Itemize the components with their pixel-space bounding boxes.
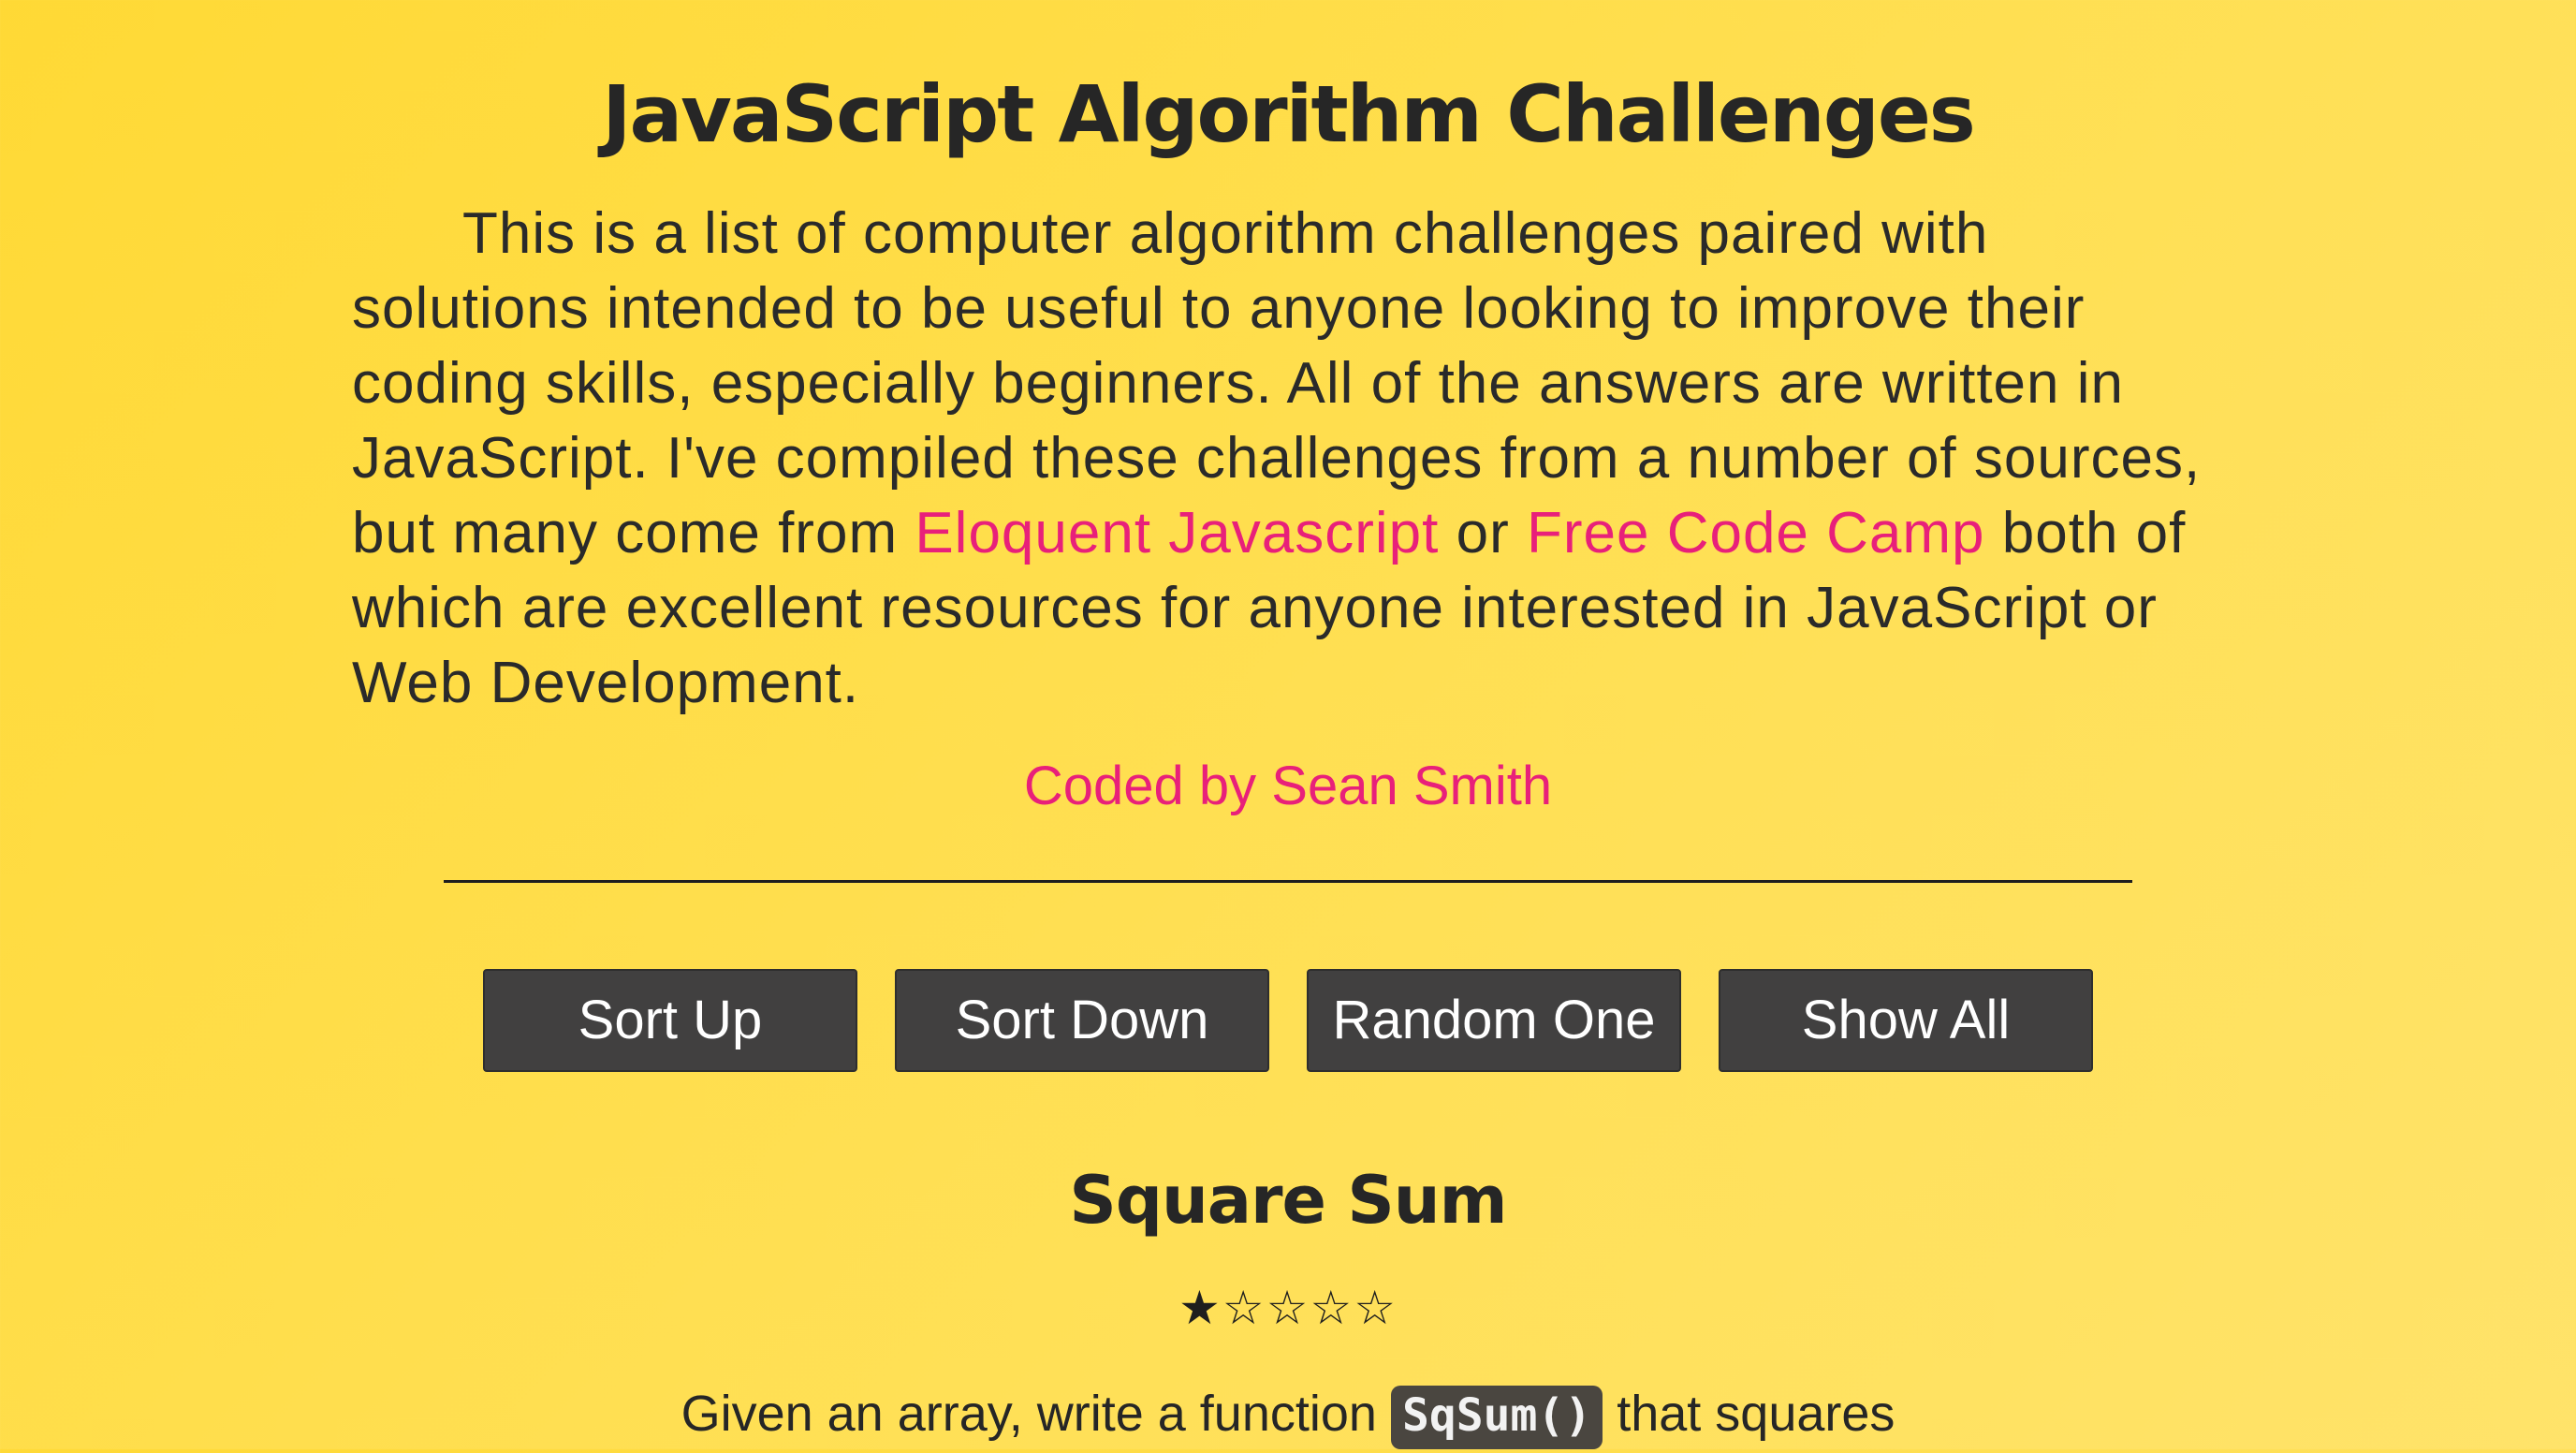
intro-text-2: or — [1439, 501, 1527, 565]
description-text-before: Given an array, write a function — [681, 1386, 1391, 1442]
page-title: JavaScript Algorithm Challenges — [602, 68, 1976, 160]
challenge-title: Square Sum — [1069, 1162, 1507, 1239]
function-name-code: SqSum() — [1390, 1386, 1603, 1449]
divider — [444, 880, 2132, 883]
sort-up-button[interactable]: Sort Up — [483, 969, 857, 1072]
eloquent-javascript-link[interactable]: Eloquent Javascript — [915, 501, 1439, 565]
challenge-description: Given an array, write a function SqSum()… — [0, 1376, 2576, 1453]
description-text-after: that squares — [1603, 1386, 1895, 1442]
free-code-camp-link[interactable]: Free Code Camp — [1527, 501, 1985, 565]
sort-down-button[interactable]: Sort Down — [895, 969, 1269, 1072]
show-all-button[interactable]: Show All — [1719, 969, 2093, 1072]
intro-paragraph: This is a list of computer algorithm cha… — [352, 197, 2224, 721]
page: JavaScript Algorithm Challenges This is … — [0, 0, 2576, 1449]
control-buttons: Sort Up Sort Down Random One Show All — [0, 969, 2576, 1072]
difficulty-rating: ★☆☆☆☆ — [1178, 1281, 1398, 1335]
author-credit-link[interactable]: Coded by Sean Smith — [0, 749, 2576, 824]
random-one-button[interactable]: Random One — [1307, 969, 1681, 1072]
